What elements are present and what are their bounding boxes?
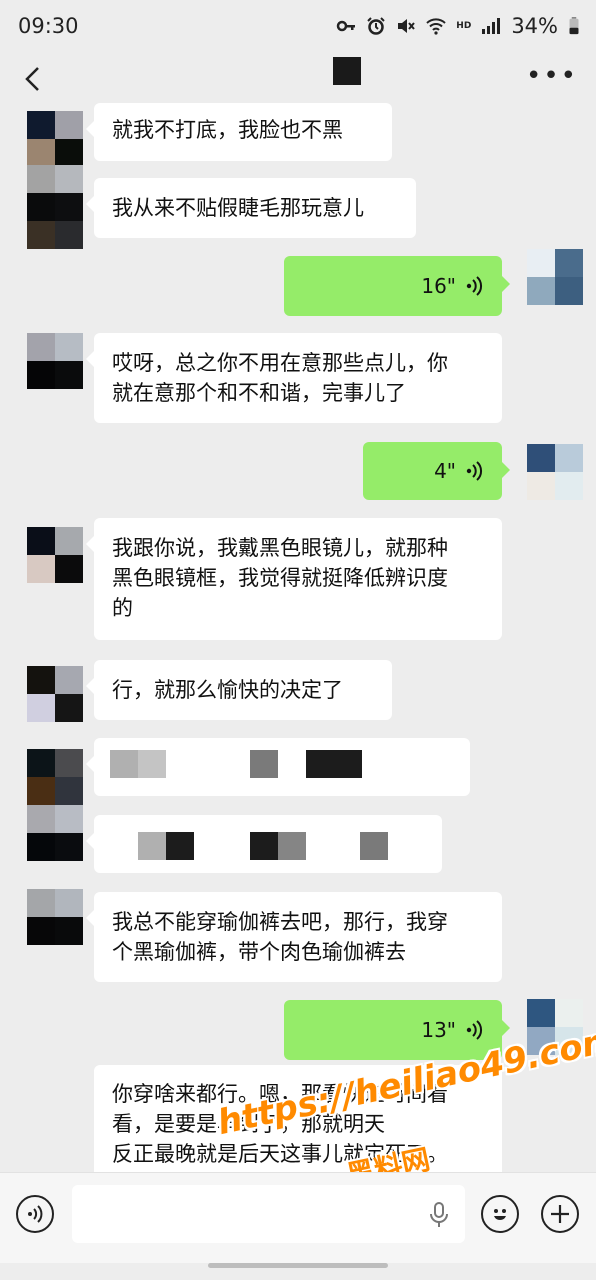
more-dots-icon[interactable]: ••• bbox=[526, 63, 578, 89]
home-indicator[interactable] bbox=[208, 1263, 388, 1268]
avatar[interactable] bbox=[27, 666, 83, 722]
redaction-block bbox=[250, 750, 278, 778]
avatar[interactable] bbox=[27, 333, 83, 389]
redacted-contact-name bbox=[333, 57, 361, 85]
alarm-icon bbox=[367, 17, 386, 35]
voice-message-bubble[interactable]: 16" bbox=[284, 256, 510, 316]
message-text-line: 我跟你说，我戴黑色眼镜儿，就那种 bbox=[112, 536, 448, 560]
voice-message-bubble[interactable]: 4" bbox=[363, 442, 510, 500]
status-time: 09:30 bbox=[18, 14, 79, 38]
message-input[interactable] bbox=[72, 1185, 465, 1243]
message-bubble[interactable]: 我从来不贴假睫毛那玩意儿 bbox=[86, 178, 416, 238]
wifi-icon bbox=[426, 18, 446, 35]
avatar[interactable] bbox=[27, 889, 83, 945]
message-bubble[interactable]: 哎呀，总之你不用在意那些点儿，你 就在意那个和不和谐，完事儿了 bbox=[86, 333, 502, 423]
message-bubble[interactable]: 我总不能穿瑜伽裤去吧，那行，我穿 个黑瑜伽裤，带个肉色瑜伽裤去 bbox=[86, 892, 502, 982]
voice-wave-icon bbox=[466, 1020, 483, 1040]
battery-icon bbox=[569, 17, 579, 35]
emoji-icon[interactable] bbox=[481, 1195, 519, 1233]
message-text-line: 个黑瑜伽裤，带个肉色瑜伽裤去 bbox=[112, 940, 406, 964]
voice-duration: 4" bbox=[434, 459, 456, 483]
avatar[interactable] bbox=[527, 444, 583, 500]
message-bubble[interactable]: 行，就那么愉快的决定了 bbox=[86, 660, 392, 720]
redaction-block bbox=[360, 832, 388, 860]
avatar[interactable] bbox=[27, 111, 83, 167]
avatar[interactable] bbox=[27, 749, 83, 805]
voice-wave-icon bbox=[466, 276, 483, 296]
chat-title-bar: ••• bbox=[0, 54, 596, 104]
redacted-message-bubble[interactable] bbox=[86, 815, 442, 873]
redaction-block bbox=[110, 750, 166, 778]
avatar[interactable] bbox=[527, 249, 583, 305]
message-text: 就我不打底，我脸也不黑 bbox=[112, 118, 343, 142]
redaction-block bbox=[306, 750, 362, 778]
message-bubble[interactable]: 就我不打底，我脸也不黑 bbox=[86, 103, 392, 161]
redaction-block bbox=[138, 832, 194, 860]
voice-duration: 13" bbox=[421, 1018, 456, 1042]
message-text-line: 黑色眼镜框，我觉得就挺降低辨识度 bbox=[112, 566, 448, 590]
message-text-line: 的 bbox=[112, 596, 133, 620]
mute-icon bbox=[398, 19, 416, 33]
message-text-line: 我总不能穿瑜伽裤去吧，那行，我穿 bbox=[112, 910, 448, 934]
voice-mode-icon[interactable] bbox=[16, 1195, 54, 1233]
message-bubble[interactable]: 我跟你说，我戴黑色眼镜儿，就那种 黑色眼镜框，我觉得就挺降低辨识度 的 bbox=[86, 518, 502, 640]
message-text-line: 哎呀，总之你不用在意那些点儿，你 bbox=[112, 351, 448, 375]
avatar[interactable] bbox=[27, 527, 83, 583]
hd-badge: HD bbox=[456, 21, 472, 31]
status-bar: 09:30 HD 34% bbox=[0, 0, 596, 54]
input-bar bbox=[0, 1172, 596, 1263]
message-text: 行，就那么愉快的决定了 bbox=[112, 678, 343, 702]
microphone-icon[interactable] bbox=[429, 1202, 449, 1228]
status-icons: HD 34% bbox=[336, 14, 580, 38]
redaction-block bbox=[250, 832, 306, 860]
avatar[interactable] bbox=[27, 805, 83, 861]
message-text: 我从来不贴假睫毛那玩意儿 bbox=[112, 196, 364, 220]
chevron-left-icon[interactable] bbox=[18, 64, 48, 94]
voice-wave-icon bbox=[466, 461, 483, 481]
signal-icon bbox=[482, 18, 501, 34]
key-icon bbox=[337, 20, 356, 32]
voice-duration: 16" bbox=[421, 274, 456, 298]
battery-percent: 34% bbox=[511, 14, 558, 38]
avatar bbox=[27, 193, 83, 249]
redacted-message-bubble[interactable] bbox=[86, 738, 470, 796]
message-text-line: 就在意那个和不和谐，完事儿了 bbox=[112, 381, 406, 405]
plus-icon[interactable] bbox=[541, 1195, 579, 1233]
